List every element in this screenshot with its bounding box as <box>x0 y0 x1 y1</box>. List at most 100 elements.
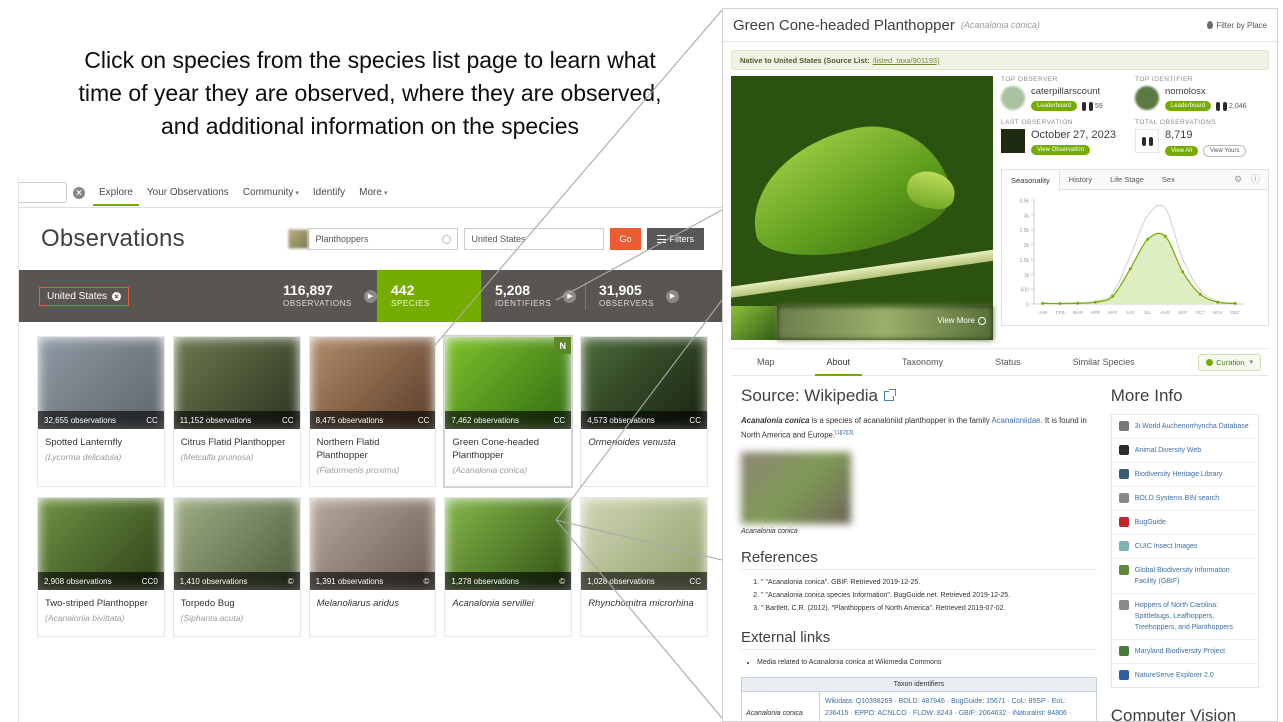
species-photo[interactable]: N 7,462 observations CC <box>445 337 572 429</box>
species-photo[interactable]: 1,028 observations CC <box>581 498 707 590</box>
species-card[interactable]: 1,028 observations CC Rhynchomitra microrh… <box>580 497 708 637</box>
species-card[interactable]: 2,908 observations CC0 Two-striped Plantho… <box>37 497 165 637</box>
more-info-link[interactable]: Animal Diversity Web <box>1111 439 1258 463</box>
table-row: Acanalonia conica Wikidata: Q10398269 · … <box>742 691 1096 721</box>
species-card[interactable]: N 7,462 observations CC Green Cone-headed P… <box>444 336 573 487</box>
species-photo[interactable]: 32,655 observations CC <box>38 337 164 429</box>
last-observation-thumbnail[interactable] <box>1001 129 1025 153</box>
stat-species[interactable]: 442 SPECIES <box>377 270 481 322</box>
tab-about[interactable]: About <box>801 348 877 376</box>
species-scientific-name: (Metcalfa pruinosa) <box>180 452 254 462</box>
more-info-link-label: BOLD Systems BIN search <box>1134 495 1220 502</box>
clear-search-icon[interactable] <box>73 186 85 199</box>
taxon-search-input[interactable]: Planthoppers <box>308 228 459 250</box>
tab-sex[interactable]: Sex <box>1153 170 1184 190</box>
more-info-link[interactable]: CUIC Insect Images <box>1111 535 1258 559</box>
species-card[interactable]: 1,410 observations © Torpedo Bug (Siphanta … <box>172 497 301 637</box>
filters-button[interactable]: Filters <box>646 228 704 250</box>
tab-taxonomy[interactable]: Taxonomy <box>876 348 969 376</box>
nav-item-community[interactable]: Community ▾ <box>243 178 299 208</box>
photo-thumb[interactable] <box>731 306 777 340</box>
species-card[interactable]: 4,573 observations CC Ormenoides venusta <box>580 336 708 487</box>
more-info-link[interactable]: Maryland Biodiversity Project <box>1111 640 1258 664</box>
native-badge: N <box>554 337 572 354</box>
species-card[interactable]: 1,278 observations © Acanalonia servillei <box>444 497 573 637</box>
observation-count: 1,391 observations <box>315 576 384 586</box>
clear-taxon-icon[interactable] <box>442 234 452 244</box>
species-card-body: Rhynchomitra microrhina <box>581 590 707 636</box>
license-label: CC <box>417 415 430 425</box>
chevron-right-icon[interactable]: ▶ <box>666 289 680 303</box>
stat-identifiers[interactable]: 5,208 IDENTIFIERS ▶ <box>481 270 585 322</box>
filter-by-place-button[interactable]: Filter by Place <box>1207 21 1267 30</box>
gear-icon[interactable]: ⚙ <box>1234 175 1243 184</box>
view-observation-button[interactable]: View Observation <box>1031 145 1090 155</box>
count-value: 2,046 <box>1229 102 1247 110</box>
species-photo[interactable]: 1,410 observations © <box>173 498 300 590</box>
place-search-input[interactable]: United States <box>464 228 605 250</box>
species-card-body: Northern Flatid Planthopper (Flatormenis … <box>310 429 436 486</box>
hero-photo[interactable] <box>731 76 993 306</box>
source-list-link[interactable]: /listed_taxa/901193) <box>873 56 940 65</box>
taxon-identifiers-header: Taxon identifiers <box>742 677 1096 692</box>
family-link[interactable]: Acanaloniidae <box>992 416 1041 425</box>
tab-life-stage[interactable]: Life Stage <box>1101 170 1153 190</box>
more-info-link[interactable]: NatureServe Explorer 2.0 <box>1112 664 1258 687</box>
tab-similar-species[interactable]: Similar Species <box>1047 348 1161 376</box>
chevron-right-icon[interactable]: ▶ <box>563 289 577 303</box>
species-photo[interactable]: 11,152 observations CC <box>173 337 300 429</box>
nav-item-identify[interactable]: Identify <box>313 178 345 208</box>
tab-status[interactable]: Status <box>969 348 1047 376</box>
help-icon[interactable]: ⓘ <box>1251 175 1260 184</box>
place-filter-chip[interactable]: United States <box>39 286 130 306</box>
curation-dropdown[interactable]: Curation ▾ <box>1198 353 1261 371</box>
nav-item-your-observations[interactable]: Your Observations <box>147 178 229 208</box>
species-card[interactable]: 1,391 observations © Melanoliarus aridus <box>308 497 437 637</box>
more-info-link[interactable]: 3i World Auchenorrhyncha Database <box>1111 415 1258 439</box>
view-all-button[interactable]: View All <box>1165 146 1198 156</box>
more-info-link-label: CUIC Insect Images <box>1134 543 1198 550</box>
species-photo[interactable]: 1,391 observations © <box>309 498 436 590</box>
chevron-right-icon[interactable]: ▶ <box>364 289 377 303</box>
seasonality-chart: 3.5k 3k 2.5k 2k 1.5k 1k 500 0 JAN FEB MAR APR MAY JUN… <box>1002 190 1268 325</box>
more-info-link[interactable]: Hoppers of North Carolina: Spittlebugs, … <box>1111 594 1258 640</box>
nav-item-explore[interactable]: Explore <box>93 178 139 208</box>
nav-item-more[interactable]: More ▾ <box>359 178 387 208</box>
computer-vision-model-heading: Computer Vision Model <box>1110 706 1237 722</box>
nav-label: Community <box>242 186 294 198</box>
species-card[interactable]: 32,655 observations CC Spotted Lanternfly (… <box>37 336 165 487</box>
taxon-main-row: View More TOP OBSERVER caterpillarscount <box>731 76 1269 340</box>
top-identifier-name[interactable]: nomolosx <box>1165 86 1247 98</box>
top-observer-name[interactable]: caterpillarscount <box>1031 86 1103 98</box>
species-photo[interactable]: 1,278 observations © <box>445 498 572 590</box>
external-link-item[interactable]: Media related to Acanalonia conica at Wi… <box>757 656 1097 669</box>
species-card[interactable]: 8,475 observations CC Northern Flatid Plan… <box>308 336 437 487</box>
leaderboard-button[interactable]: Leaderboard <box>1165 101 1212 111</box>
tab-seasonality[interactable]: Seasonality <box>1001 170 1060 191</box>
top-navigation-bar: Explore Your Observations Community ▾ Ide… <box>19 178 726 208</box>
stat-observations[interactable]: 116,897 OBSERVATIONS ▶ <box>269 270 377 322</box>
species-card[interactable]: 11,152 observations CC Citrus Flatid Plant… <box>172 336 301 487</box>
tab-history[interactable]: History <box>1060 170 1101 190</box>
leaderboard-button[interactable]: Leaderboard <box>1031 101 1078 111</box>
go-button[interactable]: Go <box>610 228 641 250</box>
species-photo[interactable]: 8,475 observations CC <box>309 337 436 429</box>
taxon-identifiers-row-value[interactable]: Wikidata: Q10398269 · BOLD: 487946 · Bug… <box>820 692 1096 721</box>
more-info-link[interactable]: Global Biodiversity Information Facility… <box>1111 559 1258 594</box>
species-common-name: Green Cone-headed Planthopper <box>452 437 540 461</box>
close-icon[interactable] <box>112 291 122 301</box>
view-more-photos-button[interactable]: View More <box>937 316 986 325</box>
photo-thumbnail-strip[interactable]: View More <box>731 306 993 340</box>
more-info-link[interactable]: BugGuide <box>1111 511 1258 535</box>
more-info-link[interactable]: BOLD Systems BIN search <box>1111 487 1258 511</box>
species-photo[interactable]: 4,573 observations CC <box>581 337 707 429</box>
global-search-input[interactable] <box>19 182 67 203</box>
view-yours-button[interactable]: View Yours <box>1202 145 1247 157</box>
species-photo[interactable]: 2,908 observations CC0 <box>38 498 164 590</box>
tab-map[interactable]: Map <box>731 348 801 376</box>
stat-observers[interactable]: 31,905 OBSERVERS ▶ <box>585 270 689 322</box>
more-info-link[interactable]: Biodiversity Heritage Library <box>1111 463 1258 487</box>
wikipedia-thumbnail[interactable] <box>741 451 851 524</box>
citation-refs[interactable]: [1][2][3] <box>835 430 853 436</box>
external-link-icon[interactable] <box>884 389 897 401</box>
